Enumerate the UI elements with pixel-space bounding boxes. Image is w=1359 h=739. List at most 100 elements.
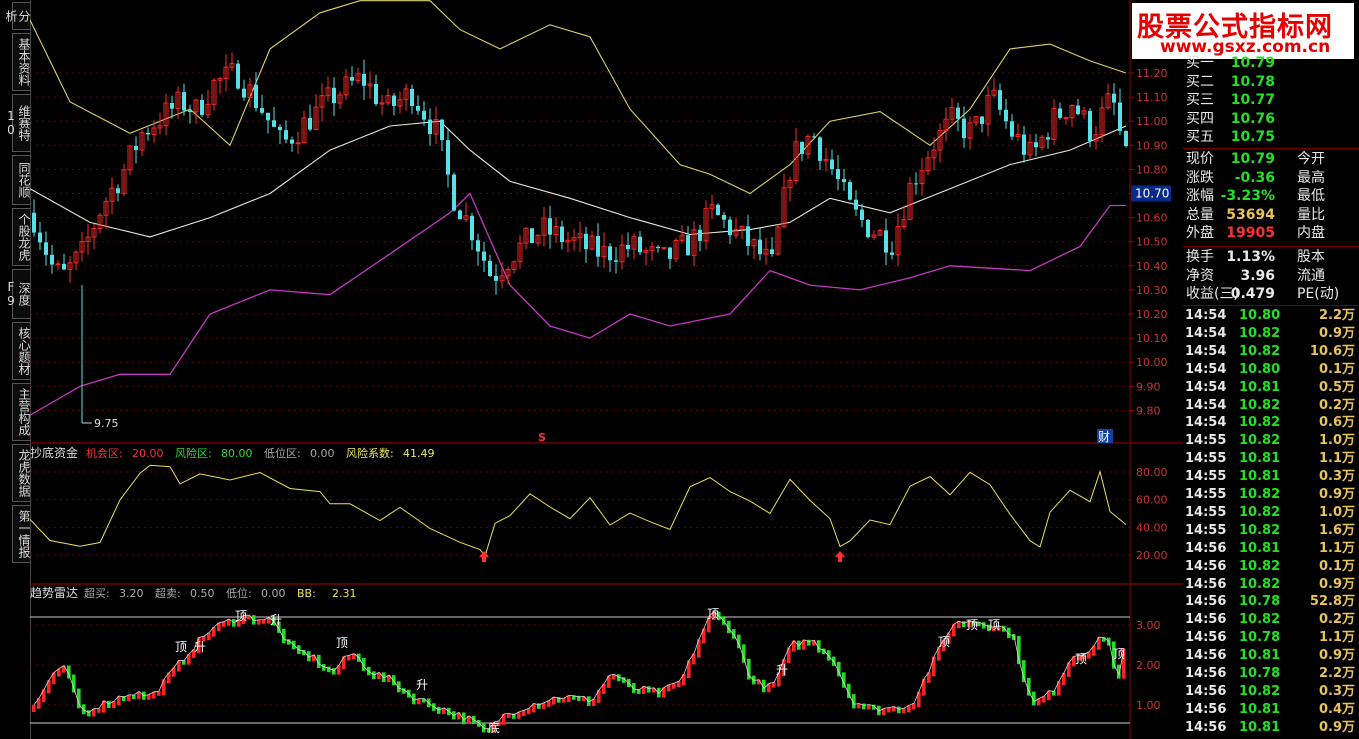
order-book-label: 买五 — [1186, 129, 1214, 145]
tick-time: 14:55 — [1185, 522, 1227, 538]
side-tab-9[interactable]: 龙虎数据 — [12, 444, 31, 502]
quote-row: 涨幅 -3.23% 最低 — [1183, 187, 1359, 205]
stats-value: 1.13% — [1226, 249, 1275, 265]
quote-value: 10.79 — [1230, 151, 1275, 167]
radar-bar — [697, 639, 701, 658]
radar-bar — [257, 619, 261, 625]
side-tab-4[interactable]: 同花顺 — [12, 155, 31, 205]
candle-body — [596, 235, 600, 257]
price-tick-label: 10.10 — [1136, 332, 1168, 345]
tick-row: 14:54 10.82 10.6万 — [1183, 343, 1359, 361]
candle-body — [374, 84, 378, 105]
candle-body — [860, 209, 864, 220]
tick-volume: 1.1万 — [1318, 540, 1355, 556]
panel2-param-label: 机会区: — [86, 446, 123, 460]
order-book-price: 10.76 — [1230, 110, 1275, 127]
tick-volume: 2.2万 — [1318, 308, 1355, 323]
side-tab-5[interactable]: 个股龙虎 — [12, 208, 31, 266]
price-tick-label: 10.00 — [1136, 356, 1168, 369]
radar-bar — [902, 708, 906, 714]
stats-label: 净资 — [1186, 267, 1214, 284]
tick-volume: 0.9万 — [1318, 719, 1355, 735]
price-tick-label: 10.80 — [1136, 163, 1168, 176]
tick-row: 14:54 10.82 0.6万 — [1183, 414, 1359, 432]
candle-body — [470, 215, 474, 241]
tick-volume: 0.3万 — [1318, 683, 1355, 699]
tick-price: 10.82 — [1239, 325, 1281, 341]
tick-row: 14:56 10.78 1.1万 — [1183, 629, 1359, 647]
tick-price: 10.78 — [1239, 630, 1281, 646]
tick-time: 14:54 — [1185, 415, 1227, 431]
panel3-param-value: 3.20 — [119, 587, 144, 600]
tick-volume: 0.5万 — [1318, 379, 1355, 395]
candle-body — [416, 105, 420, 111]
side-tab-6[interactable]: 深度F9 — [4, 269, 31, 319]
order-book-price: 10.78 — [1230, 73, 1275, 90]
signal-label-bottom: 底 — [488, 720, 500, 735]
candle-body — [800, 141, 804, 155]
candle-body — [758, 239, 762, 255]
candle-body — [1124, 130, 1128, 147]
quote-label-2: 最低 — [1297, 188, 1325, 204]
candle-body — [686, 235, 690, 256]
candlesticks: 9.75 S 财 — [32, 52, 1128, 444]
tick-price: 10.82 — [1239, 683, 1281, 699]
tick-price: 10.81 — [1239, 451, 1281, 467]
stats-value: 0.479 — [1230, 286, 1275, 302]
candle-body — [350, 76, 354, 81]
radar-bar — [32, 704, 36, 712]
quote-label: 总量 — [1186, 206, 1214, 223]
panel2-axis-label: 60.00 — [1136, 494, 1168, 507]
radar-bar — [132, 694, 136, 699]
side-tab-7[interactable]: 核心题材 — [12, 322, 31, 380]
order-book-label: 买三 — [1186, 92, 1214, 108]
candle-body — [62, 263, 66, 270]
side-tab-3[interactable]: 维赛特10 — [4, 94, 31, 152]
panel2-axis-label: 80.00 — [1136, 466, 1168, 479]
candle-body — [560, 226, 564, 243]
order-book-row: 买四 10.76 — [1183, 110, 1359, 128]
tick-row: 14:56 10.78 2.2万 — [1183, 665, 1359, 683]
tick-row: 14:54 10.82 0.9万 — [1183, 325, 1359, 343]
radar-bar — [827, 650, 831, 661]
tick-row: 14:55 10.82 1.0万 — [1183, 504, 1359, 522]
candle-body — [890, 252, 894, 255]
candle-body — [956, 107, 960, 119]
panel3-axis-label: 1.00 — [1136, 699, 1161, 712]
tick-volume: 10.6万 — [1309, 343, 1355, 359]
side-tab-8[interactable]: 主营构成 — [12, 383, 31, 441]
panel2-param-label: 低位区: — [264, 446, 301, 460]
tick-price: 10.82 — [1239, 612, 1281, 628]
tick-row: 14:56 10.81 0.9万 — [1183, 647, 1359, 665]
candle-body — [458, 210, 462, 220]
panel3-param-value: 0.50 — [190, 587, 215, 600]
order-book-price: 10.75 — [1230, 129, 1275, 145]
tick-price: 10.82 — [1239, 433, 1281, 449]
panel3-axis-label: 3.00 — [1136, 619, 1161, 632]
side-tab-2[interactable]: 基本资料 — [12, 33, 31, 91]
stats-label-2: PE(动) — [1297, 286, 1340, 302]
signal-label-top: 顶 — [707, 607, 719, 621]
candle-body — [1118, 102, 1122, 131]
candle-body — [842, 179, 846, 183]
candle-body — [242, 88, 246, 98]
side-tab-10[interactable]: 第一情报 — [12, 505, 31, 563]
candle-body — [188, 110, 192, 112]
radar-line — [33, 611, 1125, 730]
tick-price: 10.82 — [1239, 504, 1281, 520]
candle-body — [638, 236, 642, 253]
radar-bar — [507, 713, 511, 718]
chart-area[interactable]: 9.75 S 财 11.20 11.10 11.00 10.90 10.80 10.70 10.… — [30, 0, 1183, 739]
radar-bar — [887, 707, 891, 713]
tick-row: 14:54 10.81 0.5万 — [1183, 379, 1359, 397]
order-book-row: 买五 10.75 — [1183, 128, 1359, 146]
cai-marker: 财 — [1098, 430, 1110, 444]
tick-price: 10.82 — [1239, 343, 1281, 359]
candle-body — [116, 188, 120, 194]
candle-body — [170, 102, 174, 109]
side-tab-1[interactable]: 分析 — [4, 2, 31, 30]
radar-bar — [632, 683, 636, 693]
tick-price: 10.82 — [1239, 576, 1281, 592]
tick-row: 14:55 10.81 1.1万 — [1183, 450, 1359, 468]
tick-volume: 1.0万 — [1318, 504, 1355, 520]
